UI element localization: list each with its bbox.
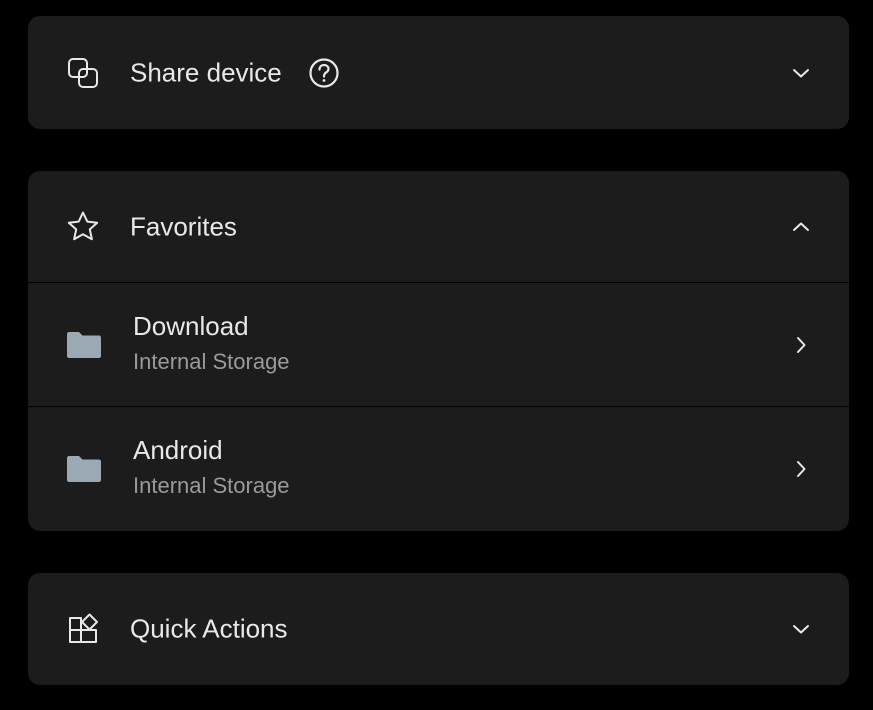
favorites-header[interactable]: Favorites — [28, 171, 849, 282]
favorites-title: Favorites — [130, 211, 237, 241]
favorite-item-location: Internal Storage — [133, 473, 290, 498]
quick-actions-title: Quick Actions — [130, 613, 288, 644]
favorite-item-download[interactable]: Download Internal Storage — [28, 283, 849, 406]
share-device-header[interactable]: Share device — [28, 16, 849, 129]
chevron-right-icon — [789, 457, 813, 481]
favorite-item-label: Download — [133, 311, 249, 341]
share-device-title: Share device — [130, 57, 282, 87]
star-icon — [66, 210, 100, 244]
chevron-up-icon[interactable] — [789, 215, 813, 239]
chevron-down-icon[interactable] — [789, 61, 813, 85]
quick-actions-card: Quick Actions — [28, 573, 849, 685]
share-device-icon — [66, 56, 100, 90]
favorite-item-android[interactable]: Android Internal Storage — [28, 407, 849, 530]
quick-actions-header[interactable]: Quick Actions — [28, 573, 849, 685]
help-circle-icon[interactable] — [308, 57, 340, 89]
folder-icon — [65, 454, 103, 484]
favorites-card: Favorites Download Internal Storage Andr… — [28, 171, 849, 531]
folder-icon — [65, 330, 103, 360]
favorite-item-label: Android — [133, 435, 223, 465]
chevron-right-icon — [789, 333, 813, 357]
quick-actions-icon — [66, 612, 100, 646]
favorite-item-location: Internal Storage — [133, 349, 290, 374]
share-device-card: Share device — [28, 16, 849, 129]
chevron-down-icon[interactable] — [789, 617, 813, 641]
